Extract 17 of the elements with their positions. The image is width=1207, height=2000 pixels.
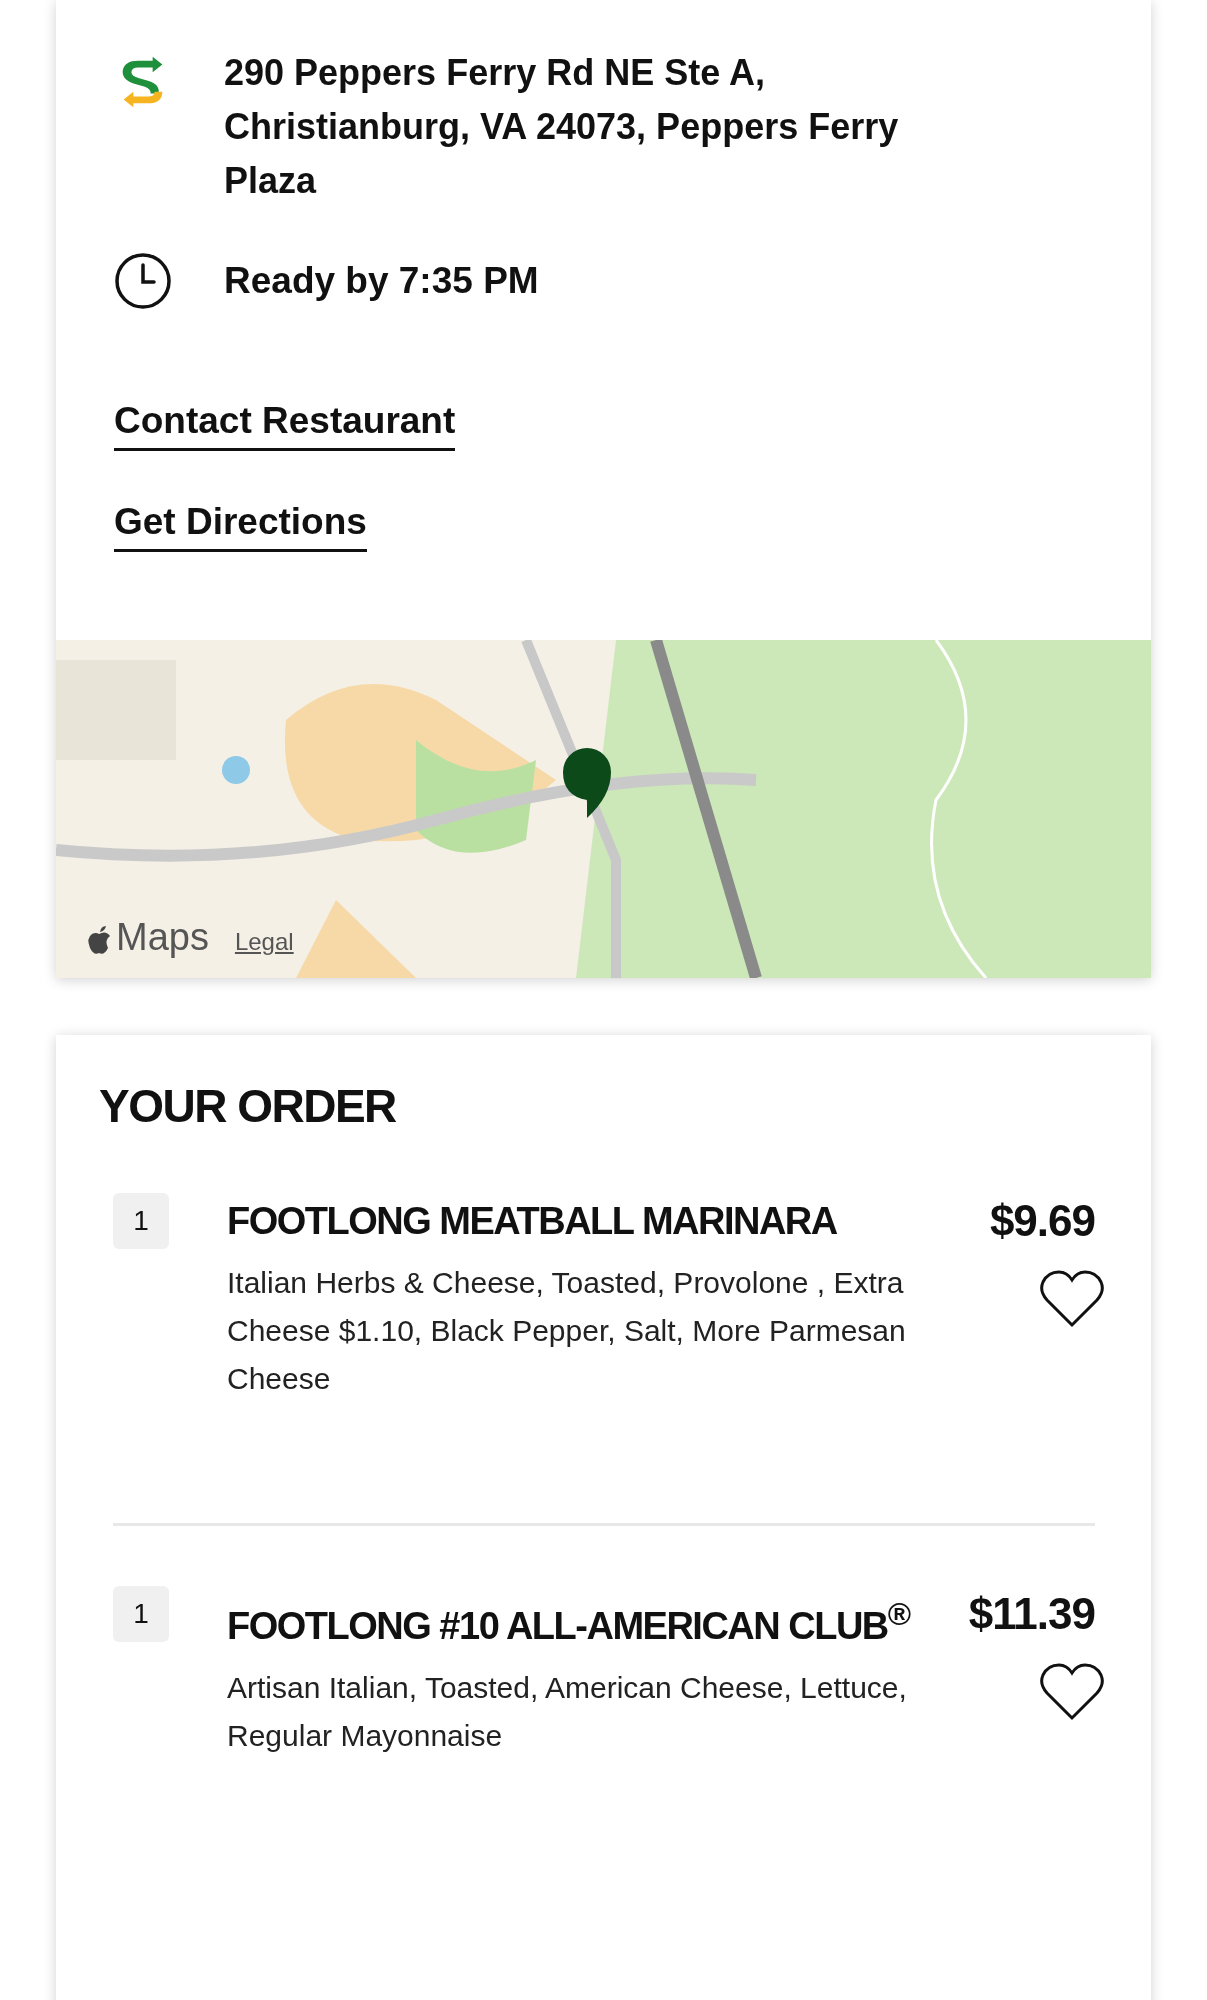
item-name: FOOTLONG MEATBALL MARINARA (227, 1199, 838, 1244)
order-title: YOUR ORDER (99, 1079, 397, 1133)
item-name: FOOTLONG #10 ALL-AMERICAN CLUB$^{®}$ (227, 1595, 912, 1649)
apple-icon (86, 926, 112, 956)
restaurant-link[interactable]: Contact Restaurant (114, 400, 456, 451)
legal-link[interactable]: Legal (234, 928, 294, 956)
quantity-badge: 1 (113, 1586, 169, 1642)
clock-icon (114, 252, 172, 310)
item-description: Italian Herbs & Cheese, Toasted, Provolone , Extra Cheese $1.10, Black Pepper, Salt, More Parmesan Cheese (227, 1265, 907, 1397)
quantity-badge: 1 (113, 1193, 169, 1249)
item-description: Artisan Italian, Toasted, American Cheese, Lettuce, Regular Mayonnaise (227, 1669, 907, 1754)
store-address: 290 Peppers Ferry Rd NE Ste A, Christianburg, VA 24073, Peppers Ferry Plaza (224, 51, 900, 203)
item-price: $11.39 (968, 1588, 1095, 1640)
item-price: $9.69 (989, 1195, 1095, 1247)
ready-time: Ready by 7:35 PM (224, 260, 539, 302)
maps-attribution: Maps (116, 918, 209, 956)
restaurant-link[interactable]: Get Directions (114, 501, 367, 552)
